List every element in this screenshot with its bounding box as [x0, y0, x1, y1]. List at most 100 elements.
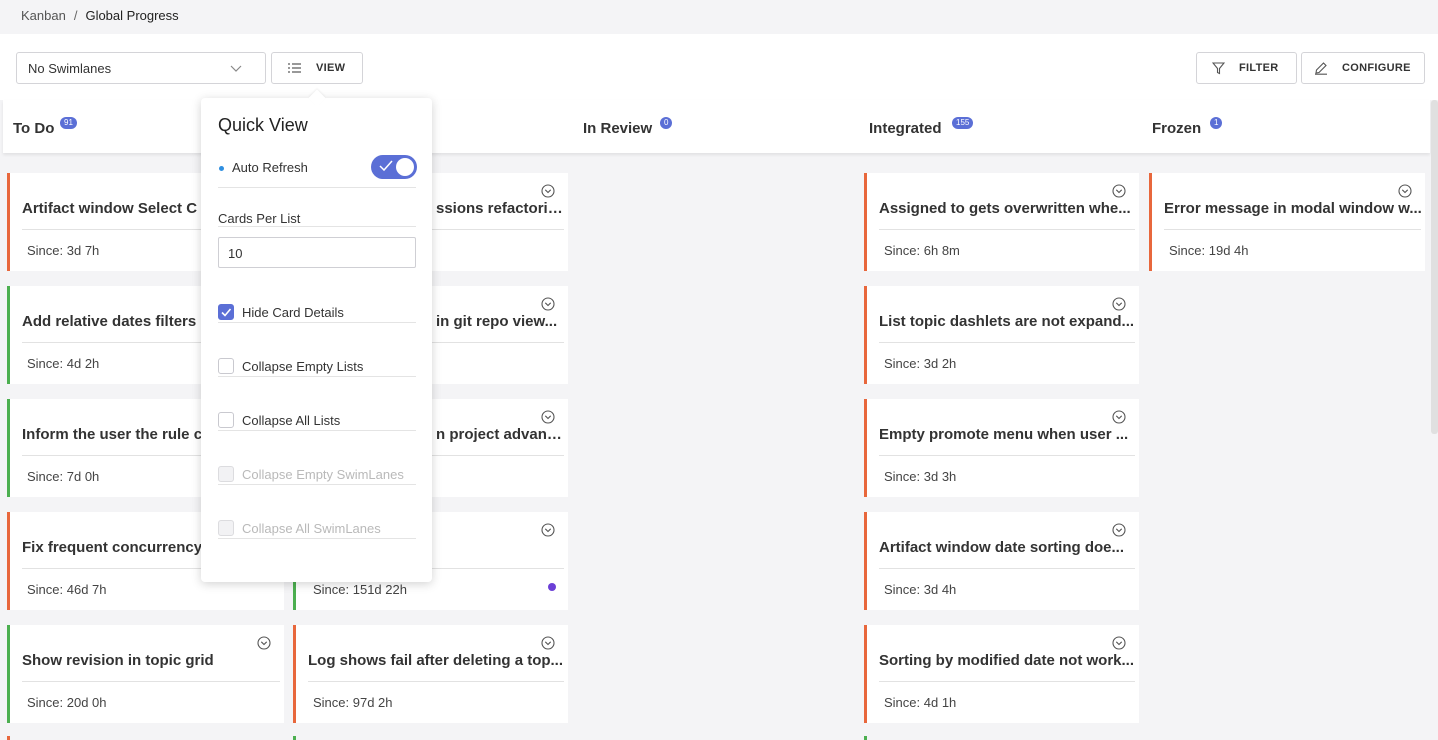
kanban-card[interactable]: Log shows fail after deleting a top... S… — [293, 625, 568, 723]
quick-view-title: Quick View — [218, 115, 308, 135]
divider — [218, 226, 416, 227]
collapse-empty-lists-checkbox[interactable] — [218, 358, 234, 374]
card-divider — [879, 568, 1135, 569]
chevron-circle-icon[interactable] — [541, 636, 555, 650]
hide-card-details-checkbox[interactable] — [218, 304, 234, 320]
filter-icon — [1212, 61, 1225, 74]
pencil-icon — [1315, 62, 1327, 75]
cards-per-list-row: Cards Per List — [218, 211, 416, 227]
collapse-all-lists-label: Collapse All Lists — [242, 413, 341, 428]
toggle-knob — [396, 158, 414, 176]
card-edge — [293, 736, 296, 740]
chevron-circle-icon[interactable] — [541, 184, 555, 198]
card-since: Since: 20d 0h — [27, 695, 107, 710]
column-title-in-review: In Review — [583, 120, 653, 137]
kanban-card[interactable]: Show revision in topic grid Since: 20d 0… — [7, 625, 284, 723]
card-since: Since: 3d 3h — [884, 469, 957, 484]
card-title: Empty promote menu when user ... — [879, 426, 1129, 443]
collapse-all-lists-checkbox[interactable] — [218, 412, 234, 428]
breadcrumb-current: Global Progress — [85, 8, 179, 23]
column-count-badge: 155 — [952, 117, 974, 129]
configure-button[interactable]: CONFIGURE — [1301, 52, 1425, 84]
collapse-all-swimlanes-row: Collapse All SwimLanes — [218, 520, 416, 539]
collapse-empty-swimlanes-row: Collapse Empty SwimLanes — [218, 466, 416, 485]
chevron-circle-icon[interactable] — [1112, 410, 1126, 424]
breadcrumb-root[interactable]: Kanban — [21, 8, 66, 23]
cards-per-list-input[interactable]: 10 — [218, 237, 416, 268]
kanban-card[interactable]: Artifact window date sorting doe... Sinc… — [864, 512, 1139, 610]
card-title: Artifact window date sorting doe... — [879, 539, 1125, 556]
chevron-circle-icon[interactable] — [541, 523, 555, 537]
kanban-card[interactable]: Empty promote menu when user ... Since: … — [864, 399, 1139, 497]
chevron-circle-icon[interactable] — [257, 636, 271, 650]
filter-button-label: FILTER — [1239, 62, 1279, 74]
hide-card-details-label: Hide Card Details — [242, 305, 344, 320]
card-title: List topic dashlets are not expand... — [879, 313, 1135, 330]
swimlane-select-value: No Swimlanes — [28, 61, 112, 76]
chevron-circle-icon[interactable] — [1112, 184, 1126, 198]
divider — [218, 187, 416, 188]
card-edge — [864, 736, 867, 740]
filter-button[interactable]: FILTER — [1196, 52, 1297, 84]
column-count-badge: 0 — [660, 117, 673, 129]
collapse-all-lists-row[interactable]: Collapse All Lists — [218, 412, 416, 431]
quick-view-popover: Quick View Auto Refresh Cards Per List 1… — [201, 89, 432, 582]
card-since: Since: 6h 8m — [884, 243, 960, 258]
card-divider — [879, 342, 1135, 343]
list-icon — [288, 63, 301, 73]
card-title: in git repo view... — [436, 313, 558, 330]
card-title: Show revision in topic grid — [22, 652, 214, 669]
card-title: n project advanc... — [436, 426, 564, 443]
auto-refresh-label: Auto Refresh — [232, 160, 308, 175]
card-divider — [308, 681, 564, 682]
card-title: Sorting by modified date not work... — [879, 652, 1135, 669]
card-since: Since: 19d 4h — [1169, 243, 1249, 258]
breadcrumb: Kanban / Global Progress — [21, 8, 179, 23]
kanban-card[interactable]: Assigned to gets overwritten whe... Sinc… — [864, 173, 1139, 271]
collapse-empty-lists-row[interactable]: Collapse Empty Lists — [218, 358, 416, 377]
check-icon — [221, 308, 232, 317]
column-count-badge: 91 — [60, 117, 77, 129]
divider — [218, 322, 416, 323]
view-button[interactable]: VIEW — [271, 52, 363, 84]
auto-refresh-row: Auto Refresh — [218, 155, 417, 188]
card-since: Since: 97d 2h — [313, 695, 393, 710]
hide-card-details-row[interactable]: Hide Card Details — [218, 304, 416, 323]
configure-button-label: CONFIGURE — [1342, 62, 1411, 74]
divider — [218, 538, 416, 539]
card-since: Since: 3d 2h — [884, 356, 957, 371]
chevron-circle-icon[interactable] — [541, 297, 555, 311]
card-title: Log shows fail after deleting a top... — [308, 652, 564, 669]
kanban-card[interactable]: Error message in modal window w... Since… — [1149, 173, 1425, 271]
chevron-circle-icon[interactable] — [1112, 297, 1126, 311]
collapse-empty-swimlanes-checkbox — [218, 466, 234, 482]
card-title: Error message in modal window w... — [1164, 200, 1422, 217]
column-title-frozen: Frozen — [1152, 120, 1202, 137]
chevron-circle-icon[interactable] — [1112, 523, 1126, 537]
cards-per-list-label: Cards Per List — [218, 211, 301, 226]
divider — [218, 484, 416, 485]
board-toolbar: No Swimlanes VIEW FILTER CONFIGURE — [0, 34, 1438, 100]
column-title-todo: To Do — [13, 120, 55, 137]
kanban-card[interactable]: Sorting by modified date not work... Sin… — [864, 625, 1139, 723]
card-divider — [879, 229, 1135, 230]
card-since: Since: 151d 22h — [313, 582, 407, 597]
card-title: ssions refactoring — [436, 200, 564, 217]
kanban-card[interactable]: List topic dashlets are not expand... Si… — [864, 286, 1139, 384]
card-since: Since: 46d 7h — [27, 582, 107, 597]
breadcrumb-separator: / — [73, 8, 78, 23]
chevron-circle-icon[interactable] — [1112, 636, 1126, 650]
board-scrollbar[interactable] — [1431, 100, 1438, 434]
chevron-circle-icon[interactable] — [541, 410, 555, 424]
chevron-circle-icon[interactable] — [1398, 184, 1412, 198]
column-count-badge: 1 — [1210, 117, 1223, 129]
auto-refresh-toggle[interactable] — [371, 155, 417, 179]
status-dot — [548, 583, 556, 591]
swimlane-select[interactable]: No Swimlanes — [16, 52, 266, 84]
card-since: Since: 3d 4h — [884, 582, 957, 597]
collapse-empty-lists-label: Collapse Empty Lists — [242, 359, 364, 374]
chevron-down-icon — [230, 65, 242, 72]
column-title-integrated: Integrated — [869, 120, 942, 137]
card-divider — [22, 681, 280, 682]
collapse-all-swimlanes-label: Collapse All SwimLanes — [242, 521, 381, 536]
